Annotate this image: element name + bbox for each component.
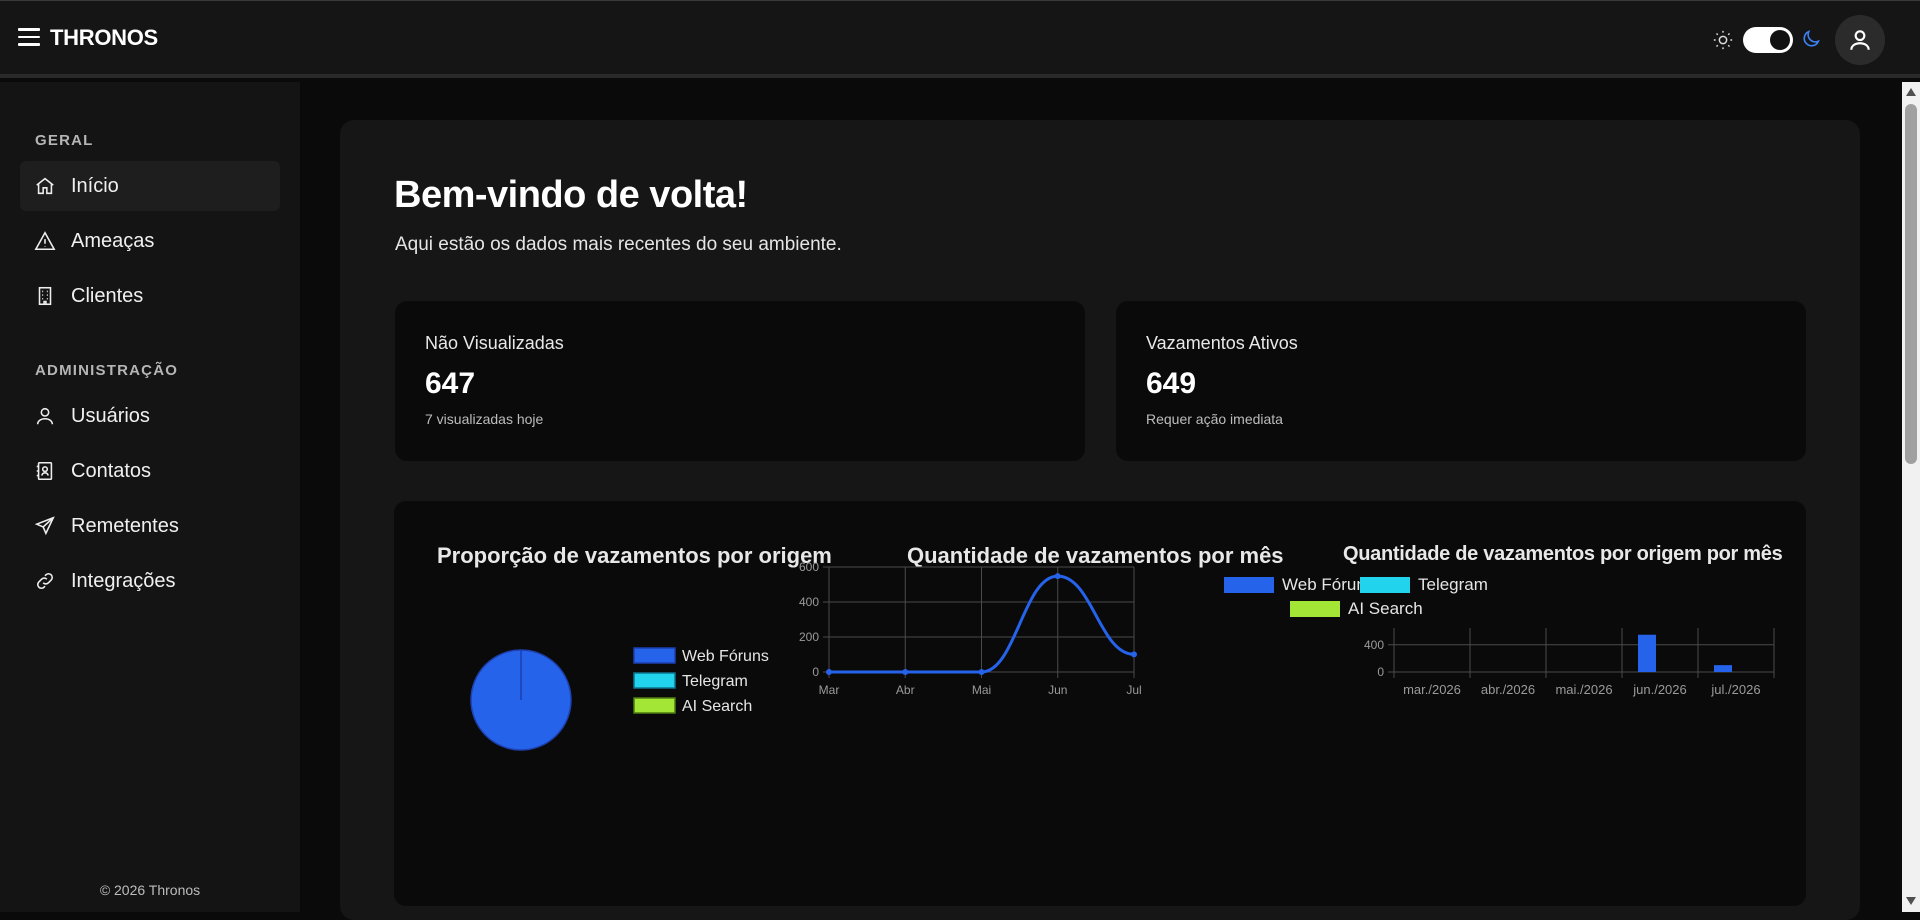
legend-swatch xyxy=(1360,577,1410,593)
x-tick-label: mai./2026 xyxy=(1555,682,1612,697)
sidebar-item-label: Usuários xyxy=(71,404,150,427)
sidebar-item-label: Clientes xyxy=(71,284,144,307)
x-tick-label: abr./2026 xyxy=(1481,682,1535,697)
stat-value: 647 xyxy=(425,367,476,400)
y-tick-label: 400 xyxy=(799,595,819,609)
stat-note: 7 visualizadas hoje xyxy=(425,411,544,427)
brand-logo: THRONOS xyxy=(50,25,158,50)
sidebar-item-label: Remetentes xyxy=(71,514,179,537)
legend-swatch xyxy=(633,697,676,714)
line-point xyxy=(1054,573,1061,580)
sidebar-item-usuarios[interactable]: Usuários xyxy=(20,391,280,441)
scrollbar[interactable] xyxy=(1902,82,1920,912)
x-tick-label: jun./2026 xyxy=(1632,682,1687,697)
stat-card-active-leaks: Vazamentos Ativos 649 Requer ação imedia… xyxy=(1116,301,1806,461)
y-tick-label: 0 xyxy=(812,665,819,679)
line-point xyxy=(1131,651,1137,658)
line-point xyxy=(826,669,832,675)
y-tick-label: 200 xyxy=(799,630,819,644)
legend-label: AI Search xyxy=(682,698,752,715)
page-subtitle: Aqui estão os dados mais recentes do seu… xyxy=(395,234,842,255)
x-tick-label: Mai xyxy=(972,683,991,697)
scroll-down-arrow[interactable] xyxy=(1906,897,1916,905)
avatar[interactable] xyxy=(1835,15,1885,65)
sun-icon xyxy=(1713,30,1733,50)
sidebar-item-ameacas[interactable]: Ameaças xyxy=(20,216,280,266)
stat-label: Vazamentos Ativos xyxy=(1146,333,1298,353)
sidebar-item-integracoes[interactable]: Integrações xyxy=(20,556,280,606)
x-tick-label: Mar xyxy=(819,683,840,697)
sidebar-item-contatos[interactable]: Contatos xyxy=(20,446,280,496)
legend-label: Telegram xyxy=(682,673,748,690)
theme-toggle[interactable] xyxy=(1743,27,1793,53)
contact-book-icon xyxy=(36,461,53,481)
line-point xyxy=(978,669,985,675)
legend-swatch xyxy=(633,647,676,664)
y-tick-label: 0 xyxy=(1377,665,1384,679)
sidebar-item-label: Início xyxy=(71,174,119,197)
moon-icon xyxy=(1803,30,1820,47)
x-tick-label: Jul xyxy=(1126,683,1141,697)
charts-panel: Proporção de vazamentos por origem Quant… xyxy=(394,501,1806,906)
scroll-thumb[interactable] xyxy=(1905,104,1917,464)
sidebar-item-clientes[interactable]: Clientes xyxy=(20,271,280,321)
legend-swatch xyxy=(1224,577,1274,593)
toggle-knob xyxy=(1770,30,1790,50)
stat-label: Não Visualizadas xyxy=(425,333,564,353)
menu-icon[interactable] xyxy=(18,28,40,46)
sidebar-item-label: Contatos xyxy=(71,459,152,482)
section-title-administracao: ADMINISTRAÇÃO xyxy=(35,362,179,379)
legend-label: AI Search xyxy=(1348,599,1423,618)
legend-label: Telegram xyxy=(1418,575,1488,594)
y-tick-label: 400 xyxy=(1364,638,1384,652)
send-icon xyxy=(34,516,55,536)
home-icon xyxy=(36,177,54,195)
section-title-geral: GERAL xyxy=(35,132,94,149)
legend-label: Web Fóruns xyxy=(682,648,769,665)
main-panel: Bem-vindo de volta! Aqui estão os dados … xyxy=(340,120,1860,920)
x-tick-label: Jun xyxy=(1048,683,1067,697)
user-icon xyxy=(36,407,54,425)
top-bar: THRONOS xyxy=(0,0,1920,78)
x-tick-label: mar./2026 xyxy=(1403,682,1461,697)
user-icon xyxy=(1850,30,1870,50)
x-tick-label: Abr xyxy=(896,683,915,697)
page-title: Bem-vindo de volta! xyxy=(394,174,748,216)
sidebar-item-label: Integrações xyxy=(71,569,176,592)
building-icon xyxy=(38,286,52,306)
bar xyxy=(1714,665,1732,672)
stat-note: Requer ação imediata xyxy=(1146,411,1283,427)
copyright: © 2026 Thronos xyxy=(99,882,201,898)
y-tick-label: 600 xyxy=(799,560,819,574)
stat-value: 649 xyxy=(1146,367,1197,400)
sidebar-item-inicio[interactable]: Início xyxy=(20,161,280,211)
legend-swatch xyxy=(633,672,676,689)
sidebar-item-label: Ameaças xyxy=(71,229,155,252)
scroll-up-arrow[interactable] xyxy=(1906,88,1916,96)
x-tick-label: jul./2026 xyxy=(1710,682,1760,697)
warning-icon xyxy=(34,231,56,251)
line-point xyxy=(902,669,909,675)
bar xyxy=(1638,634,1656,672)
charts-canvas: Web Fóruns Telegram AI Search 0 200 400 600 Mar… xyxy=(470,560,1775,751)
sidebar-item-remetentes[interactable]: Remetentes xyxy=(20,501,280,551)
link-icon xyxy=(37,573,53,589)
sidebar: GERAL Início Ameaças Clientes ADMINISTRA… xyxy=(0,82,300,912)
stat-card-unviewed: Não Visualizadas 647 7 visualizadas hoje xyxy=(395,301,1085,461)
legend-swatch xyxy=(1290,601,1340,617)
